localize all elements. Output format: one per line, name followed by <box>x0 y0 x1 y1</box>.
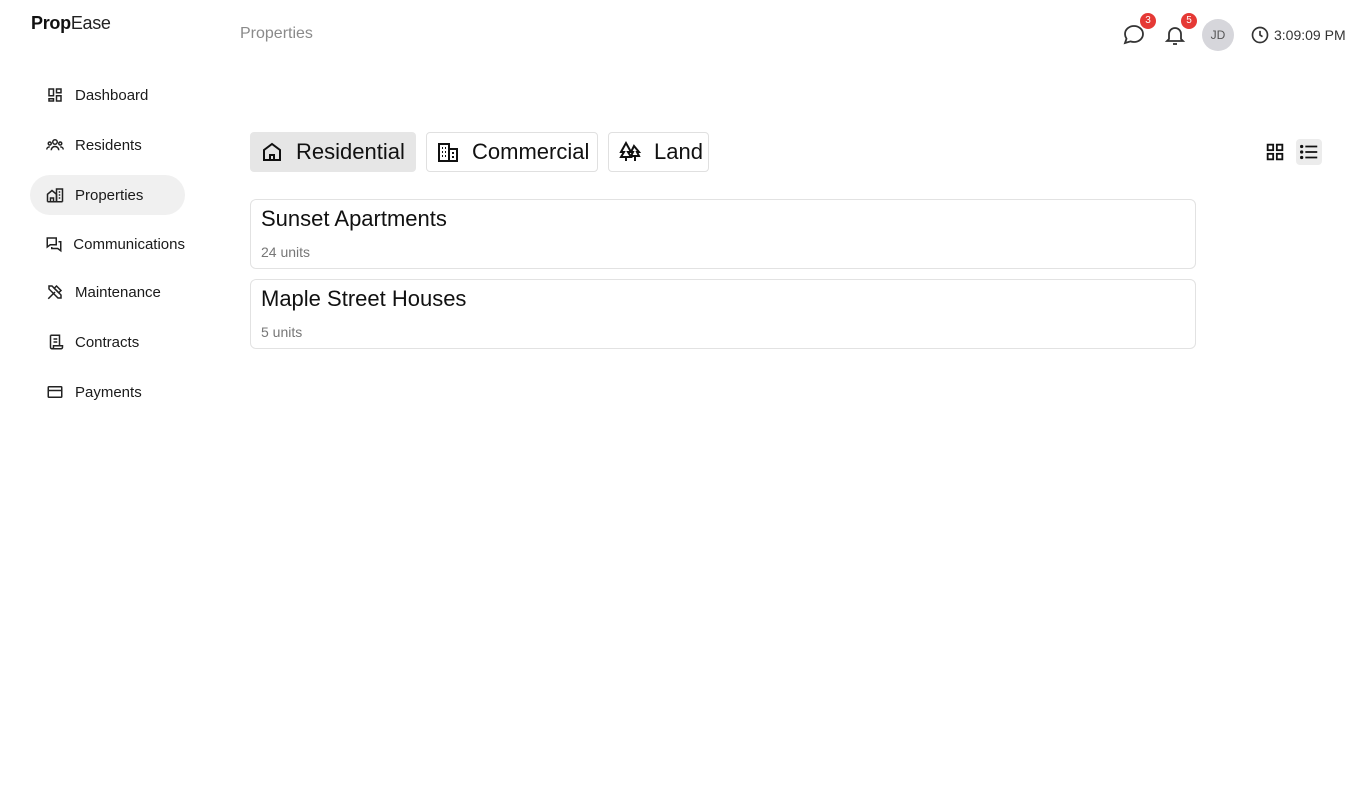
property-name: Maple Street Houses <box>261 286 467 311</box>
people-icon <box>45 135 65 155</box>
sidebar-item-dashboard[interactable]: Dashboard <box>30 75 185 115</box>
property-units: 24 units <box>261 244 311 260</box>
card-icon <box>45 382 65 402</box>
trees-icon <box>618 140 642 164</box>
sidebar-item-label: Communications <box>73 235 185 253</box>
sidebar-item-label: Residents <box>75 136 142 154</box>
building-icon <box>45 185 65 205</box>
grid-view-icon <box>1264 141 1286 163</box>
sidebar-item-label: Maintenance <box>75 283 161 301</box>
office-building-icon <box>436 140 460 164</box>
avatar[interactable]: JD <box>1202 19 1234 51</box>
sidebar-item-contracts[interactable]: Contracts <box>30 322 185 362</box>
tab-label: Land <box>654 139 703 164</box>
grid-view-button[interactable] <box>1262 139 1288 165</box>
tab-commercial[interactable]: Commercial <box>426 132 598 172</box>
sidebar-item-label: Payments <box>75 383 142 401</box>
property-units: 5 units <box>261 324 303 340</box>
property-card-maple-street-houses[interactable]: Maple Street Houses 5 units <box>250 279 1196 349</box>
dashboard-icon <box>45 85 65 105</box>
tab-land[interactable]: Land <box>608 132 709 172</box>
tab-label: Residential <box>296 139 405 164</box>
clock-icon <box>1250 25 1274 45</box>
sidebar-item-residents[interactable]: Residents <box>30 125 185 165</box>
contract-icon <box>45 332 65 352</box>
notifications-button[interactable]: 5 <box>1161 13 1197 49</box>
chat-icon <box>45 234 63 254</box>
tools-icon <box>45 282 65 302</box>
sidebar-item-maintenance[interactable]: Maintenance <box>30 272 185 312</box>
page-title: Properties <box>240 25 313 42</box>
house-icon <box>260 140 284 164</box>
messages-button[interactable]: 3 <box>1120 13 1156 49</box>
property-name: Sunset Apartments <box>261 206 447 231</box>
logo-bold-text: Prop <box>31 13 71 33</box>
sidebar-item-label: Properties <box>75 186 144 204</box>
sidebar-item-payments[interactable]: Payments <box>30 372 185 412</box>
sidebar-item-communications[interactable]: Communications <box>30 224 185 264</box>
sidebar-item-properties[interactable]: Properties <box>30 175 185 215</box>
app-logo[interactable]: PropEase <box>31 13 111 34</box>
sidebar-item-label: Contracts <box>75 333 140 351</box>
list-view-button[interactable] <box>1296 139 1322 165</box>
tab-residential[interactable]: Residential <box>250 132 416 172</box>
messages-badge: 3 <box>1140 13 1156 29</box>
clock: 3:09:09 PM <box>1250 25 1346 45</box>
sidebar-item-label: Dashboard <box>75 86 149 104</box>
property-card-sunset-apartments[interactable]: Sunset Apartments 24 units <box>250 199 1196 269</box>
sidebar: PropEase Dashboard Residents Properties … <box>0 0 215 786</box>
notifications-badge: 5 <box>1181 13 1197 29</box>
logo-light-text: Ease <box>70 13 111 33</box>
list-view-icon <box>1298 141 1320 163</box>
current-time: 3:09:09 PM <box>1274 27 1346 43</box>
tab-label: Commercial <box>472 139 590 164</box>
